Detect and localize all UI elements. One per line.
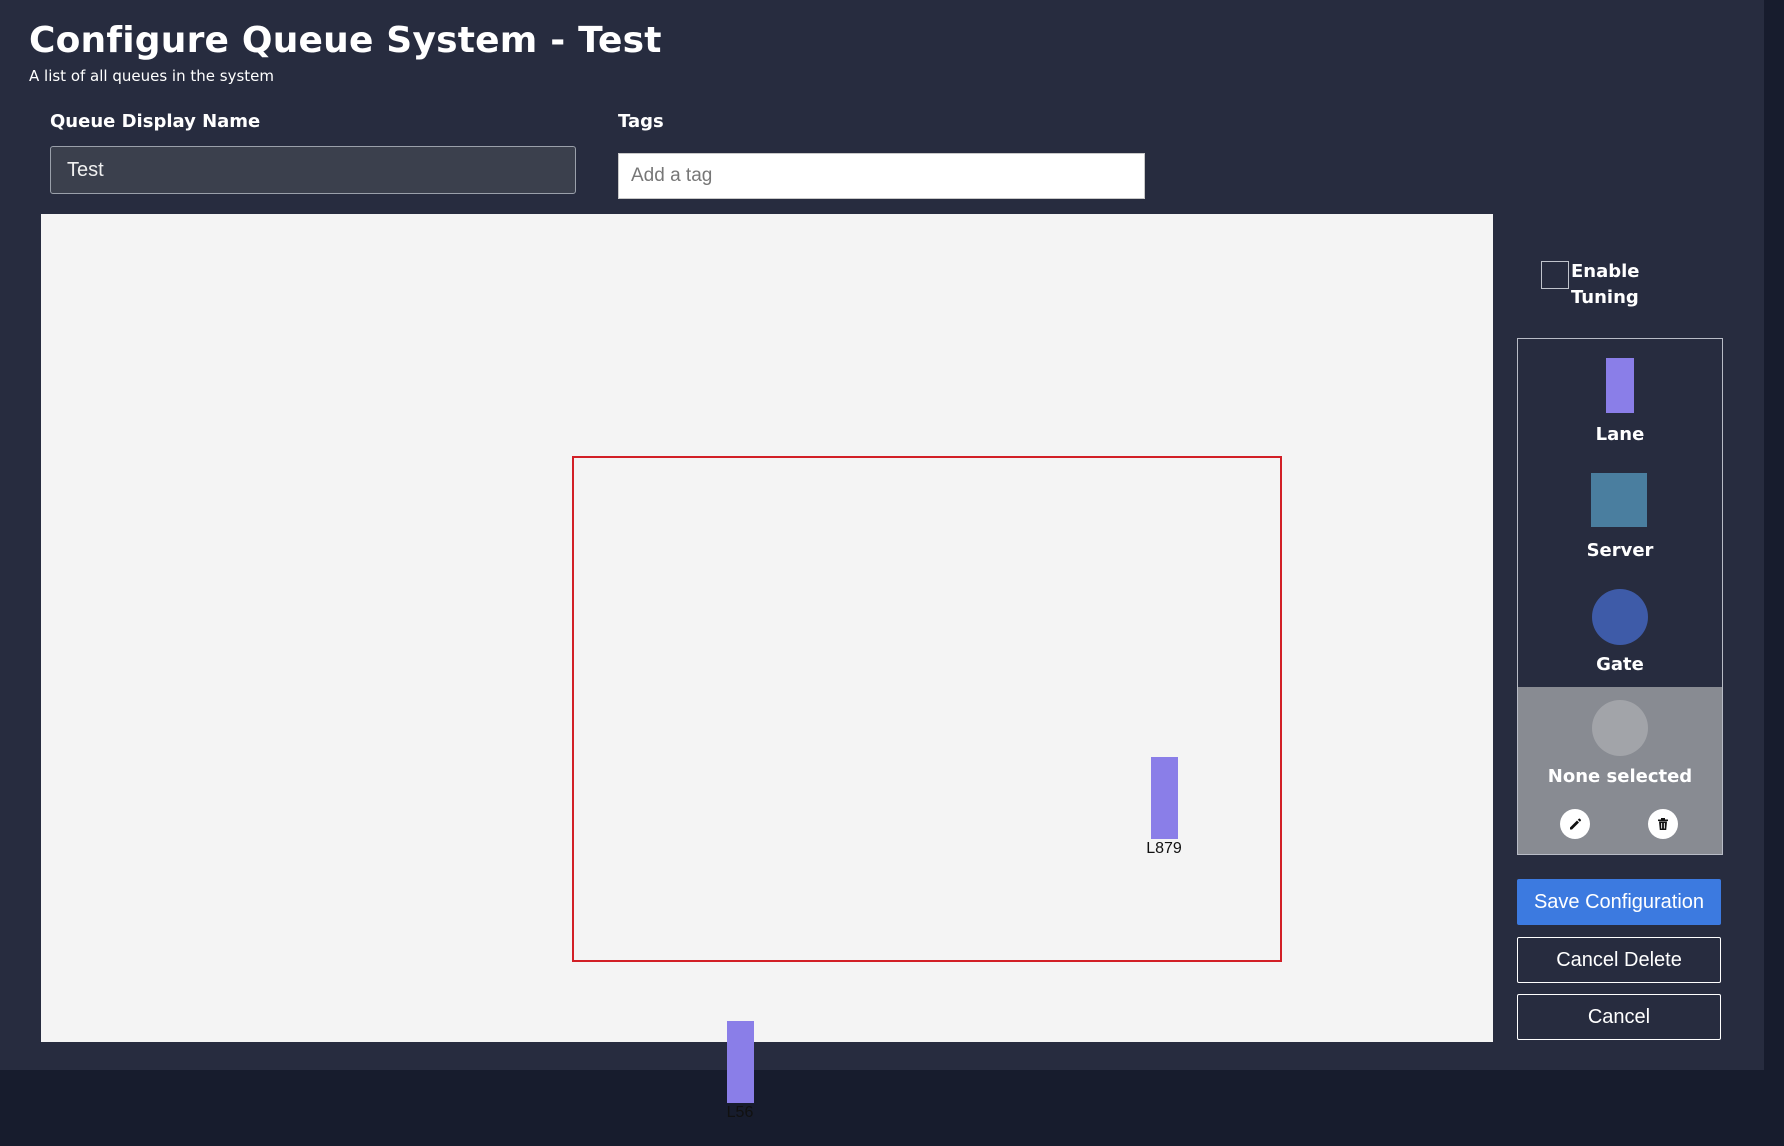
pencil-icon <box>1570 818 1582 830</box>
lane-node-label: L56 <box>726 1104 754 1121</box>
queue-canvas[interactable]: L879 L56 <box>41 214 1493 1121</box>
enable-tuning-checkbox[interactable] <box>1541 261 1569 289</box>
cancel-delete-button[interactable]: Cancel Delete <box>1517 937 1721 983</box>
lane-node-l56[interactable] <box>727 1021 754 1103</box>
lane-node-l879[interactable] <box>1151 757 1178 839</box>
page-title: Configure Queue System - Test <box>29 20 662 61</box>
component-palette: Lane Server Gate None selected <box>1517 338 1723 855</box>
queue-name-input[interactable] <box>50 146 576 194</box>
queue-name-label: Queue Display Name <box>50 111 261 132</box>
palette-item-gate[interactable]: Gate <box>1518 339 1722 685</box>
cancel-button[interactable]: Cancel <box>1517 994 1721 1040</box>
enable-tuning-toggle[interactable]: Enable Tuning <box>1541 259 1651 311</box>
lane-node-label: L879 <box>1146 840 1182 857</box>
trash-icon <box>1658 818 1668 830</box>
queue-zone[interactable]: L879 L56 <box>572 456 1282 1121</box>
edit-button[interactable] <box>1560 809 1590 839</box>
gate-icon <box>1592 589 1648 645</box>
page-subtitle: A list of all queues in the system <box>29 67 274 85</box>
tags-label: Tags <box>618 111 664 132</box>
tags-input[interactable] <box>618 153 1145 199</box>
empty-selection-icon <box>1592 700 1648 756</box>
palette-item-label: Gate <box>1596 654 1644 675</box>
selection-label: None selected <box>1547 766 1693 787</box>
configure-queue-panel: Configure Queue System - Test A list of … <box>0 0 1764 1121</box>
save-configuration-button[interactable]: Save Configuration <box>1517 879 1721 925</box>
selection-panel: None selected <box>1518 687 1722 854</box>
enable-tuning-label: Enable Tuning <box>1571 261 1640 308</box>
delete-button[interactable] <box>1648 809 1678 839</box>
